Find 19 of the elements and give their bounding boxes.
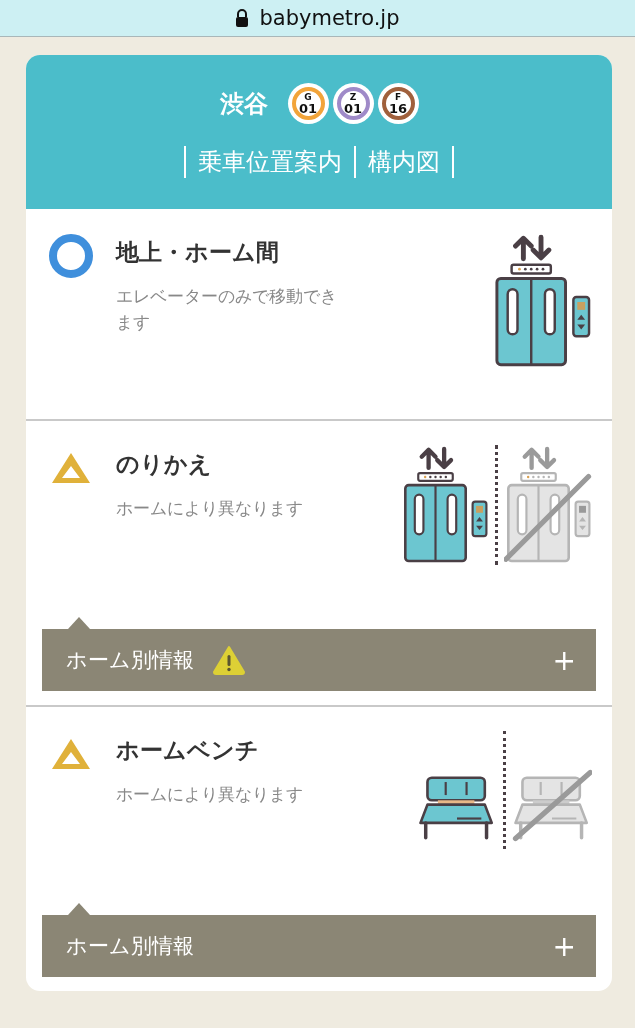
address-bar[interactable]: babymetro.jp [0,0,635,37]
plus-sign: + [552,929,576,963]
line-badge: Z 01 [332,83,374,124]
nav-link[interactable]: 乗車位置案内 [186,146,356,178]
item-title: ホームベンチ [116,736,260,765]
item-description: ホームにより異なります [116,497,304,520]
plus-sign: + [552,643,576,677]
station-name: 渋谷 [219,88,268,120]
item-description: ホームにより異なります [116,783,304,806]
nav-link[interactable]: 構内図 [356,146,454,178]
line-badge: F 16 [377,83,419,124]
line-badge: G 01 [287,83,329,124]
platform-info-bar[interactable]: ホーム別情報 + [42,629,596,691]
item-description: エレベーターのみで移動できます [116,285,338,334]
url-text: babymetro.jp [259,6,400,30]
item-title: 地上・ホーム間 [116,238,280,267]
lock-icon [235,9,250,27]
platform-info-bar[interactable]: ホーム別情報 + [42,915,596,977]
item-title: のりかえ [116,450,213,479]
